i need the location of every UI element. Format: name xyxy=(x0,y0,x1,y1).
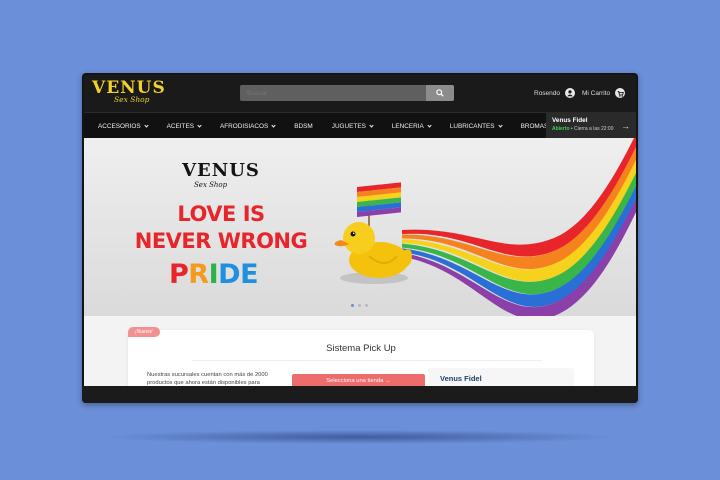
search-input[interactable] xyxy=(240,85,426,101)
carousel-dot[interactable] xyxy=(358,304,361,307)
content-area: ¡Nuevo! Sistema Pick Up Nuestras sucursa… xyxy=(84,316,636,386)
monitor-bezel xyxy=(82,386,638,403)
store-option[interactable]: Venus Fidel xyxy=(428,368,574,386)
nav-items: ACCESORIOS ACEITES AFRODISIACOS BDSM JUGUETE… xyxy=(98,113,548,139)
carousel-dot[interactable] xyxy=(351,304,354,307)
chevron-down-icon xyxy=(369,122,374,128)
nav-item-accesorios[interactable]: ACCESORIOS xyxy=(98,122,149,130)
new-badge: ¡Nuevo! xyxy=(128,327,160,337)
store-selector[interactable]: Venus Fidel Abierto • Cierra a las 22:00… xyxy=(546,113,636,139)
user-name: Rosendo xyxy=(534,89,561,97)
banner-headline-line2: NEVER WRONG xyxy=(134,229,308,253)
nav-item-lenceria[interactable]: LENCERIA xyxy=(391,122,432,130)
user-icon xyxy=(565,88,576,98)
pickup-title: Sistema Pick Up xyxy=(326,343,396,354)
carousel-dot[interactable] xyxy=(365,304,368,307)
cart-link[interactable]: Mi Carrito xyxy=(582,88,626,98)
nav-item-bdsm[interactable]: BDSM xyxy=(294,123,312,130)
pride-letter: I xyxy=(208,259,219,290)
arrow-right-icon: → xyxy=(621,121,630,131)
nav-item-label: JUGUETES xyxy=(331,122,366,130)
search-bar xyxy=(240,85,454,101)
chevron-down-icon xyxy=(427,122,432,128)
browser-screen: VENUS Sex Shop Rosendo xyxy=(84,75,636,386)
banner-logo-subtitle: Sex Shop xyxy=(194,181,228,189)
nav-item-label: LUBRICANTES xyxy=(449,122,495,130)
nav-item-lubricantes[interactable]: LUBRICANTES xyxy=(449,122,503,130)
arrow-right-icon: → xyxy=(384,378,391,384)
select-store-label: Selecciona una tienda xyxy=(326,378,384,384)
pickup-description: Nuestras sucursales cuentan con más de 2… xyxy=(147,372,268,386)
nav-item-label: BDSM xyxy=(294,122,313,130)
pride-letter: P xyxy=(169,259,189,290)
nav-item-label: ACEITES xyxy=(166,122,194,130)
nav-item-aceites[interactable]: ACEITES xyxy=(166,122,202,130)
site-header: VENUS Sex Shop Rosendo xyxy=(84,75,636,112)
store-closes-label: • Cierra a las 22:00 xyxy=(570,126,614,132)
pride-letter: D xyxy=(218,259,241,290)
store-option-name: Venus Fidel xyxy=(440,374,482,383)
banner-pride-word: PRIDE xyxy=(169,259,259,290)
nav-item-bromas[interactable]: BROMAS xyxy=(521,123,549,130)
banner-headline-line1: LOVE IS xyxy=(177,202,265,226)
nav-item-label: AFRODISIACOS xyxy=(219,122,269,130)
nav-item-label: ACCESORIOS xyxy=(98,122,141,130)
select-store-button[interactable]: Selecciona una tienda → xyxy=(292,374,425,386)
search-button[interactable] xyxy=(426,85,454,101)
site-logo-subtitle: Sex Shop xyxy=(114,95,150,104)
cart-label: Mi Carrito xyxy=(582,89,611,97)
nav-item-afrodisiacos[interactable]: AFRODISIACOS xyxy=(219,122,276,130)
monitor-frame: VENUS Sex Shop Rosendo xyxy=(82,73,638,403)
monitor-shadow xyxy=(100,430,620,444)
pickup-card: ¡Nuevo! Sistema Pick Up Nuestras sucursa… xyxy=(128,327,594,386)
banner-logo: VENUS xyxy=(182,160,260,181)
carousel-dots xyxy=(351,304,368,307)
chevron-down-icon xyxy=(144,122,149,128)
pride-letter: E xyxy=(240,259,259,290)
chevron-down-icon xyxy=(497,122,503,128)
hero-banner[interactable]: VENUS Sex Shop LOVE IS NEVER WRONG PRIDE xyxy=(84,138,636,316)
rubber-duck-image xyxy=(334,182,412,284)
chevron-down-icon xyxy=(271,122,276,128)
pride-letter: R xyxy=(188,259,209,290)
divider xyxy=(192,360,542,361)
chevron-down-icon xyxy=(197,122,202,128)
nav-item-juguetes[interactable]: JUGUETES xyxy=(331,122,374,130)
nav-item-label: BROMAS xyxy=(520,122,549,130)
search-icon xyxy=(436,89,444,97)
user-account[interactable]: Rosendo xyxy=(534,88,576,98)
nav-item-label: LENCERIA xyxy=(391,122,424,130)
cart-icon xyxy=(615,88,626,98)
main-nav: ACCESORIOS ACEITES AFRODISIACOS BDSM JUGUETE… xyxy=(84,112,636,139)
store-open-label: Abierto xyxy=(552,126,570,132)
